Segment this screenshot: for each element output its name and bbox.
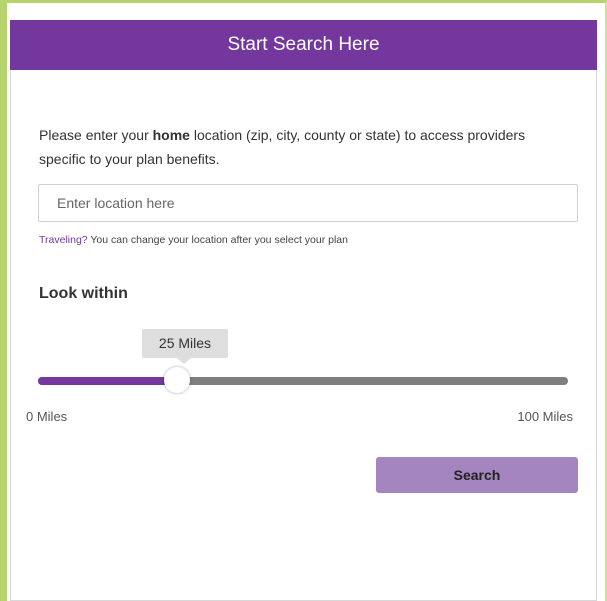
panel-header: Start Search Here <box>10 20 597 70</box>
instructions-home-emphasis: home <box>152 127 190 143</box>
distance-min-label: 0 Miles <box>26 409 68 424</box>
location-instructions: Please enter your home location (zip, ci… <box>39 123 567 171</box>
look-within-heading: Look within <box>39 285 128 302</box>
travel-note-text: You can change your location after you s… <box>87 234 348 246</box>
location-input[interactable] <box>38 184 578 222</box>
slider-track-fill <box>38 377 177 385</box>
travel-note: Traveling? You can change your location … <box>39 233 348 247</box>
distance-value-tooltip: 25 Miles <box>142 329 228 364</box>
search-button[interactable]: Search <box>376 457 578 493</box>
search-panel <box>10 20 597 601</box>
distance-max-label: 100 Miles <box>517 409 573 424</box>
slider-handle[interactable] <box>164 367 190 393</box>
traveling-link[interactable]: Traveling? <box>39 234 88 246</box>
instructions-text-start: Please enter your <box>39 127 153 143</box>
distance-slider[interactable] <box>38 367 568 397</box>
